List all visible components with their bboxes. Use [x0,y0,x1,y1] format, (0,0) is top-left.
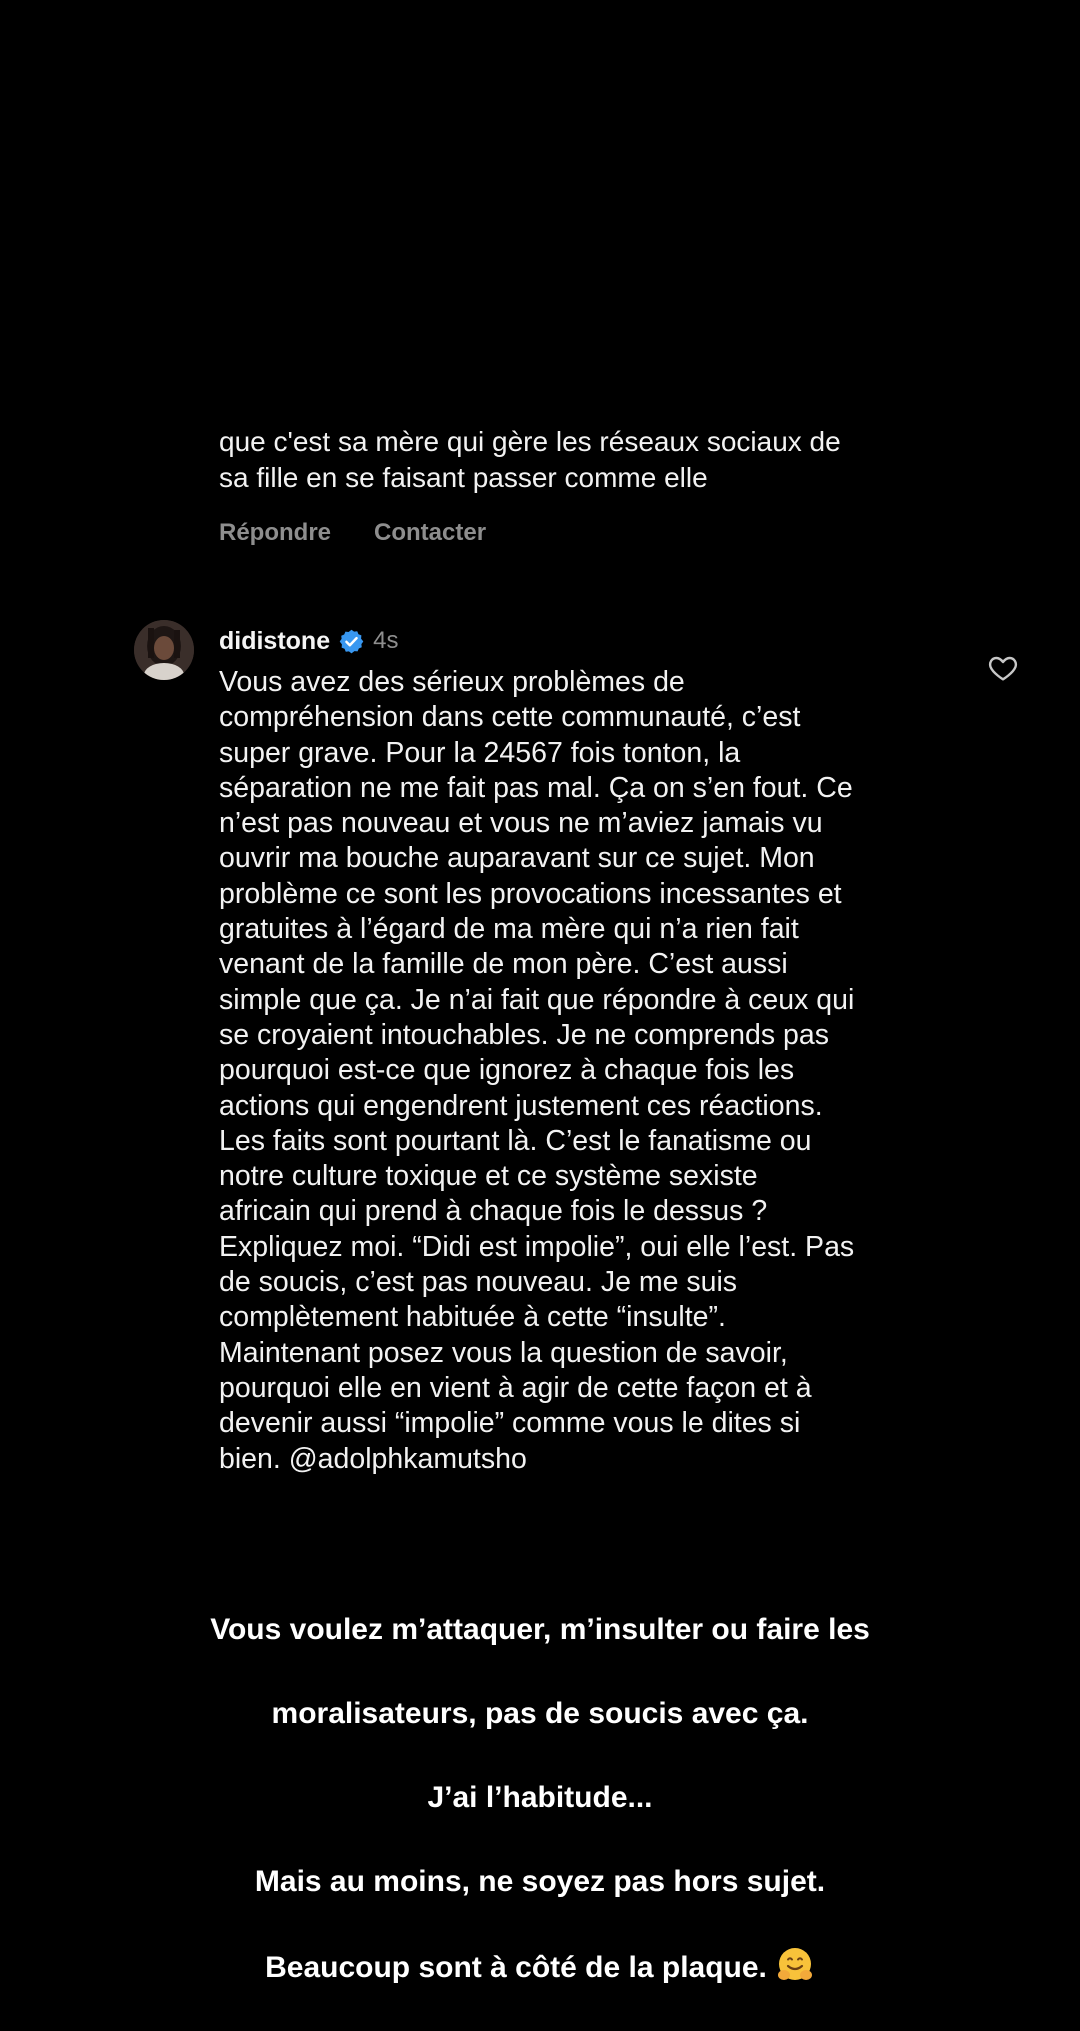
previous-comment-actions: Répondre Contacter [219,519,959,547]
contact-button[interactable]: Contacter [374,519,486,547]
comment-header: didistone 4s [219,625,398,657]
caption-line-5-wrap: Beaucoup sont à côté de la plaque. [0,1945,1080,1989]
avatar-image [134,620,194,680]
caption-line-2: moralisateurs, pas de soucis avec ça. [271,1697,809,1730]
previous-comment: que c'est sa mère qui gère les réseaux s… [219,424,959,547]
caption-line-5: Beaucoup sont à côté de la plaque. [265,1951,767,1984]
story-caption: Vous voulez m’attaquer, m’insulter ou fa… [0,1567,1080,2031]
reply-button[interactable]: Répondre [219,519,331,547]
username[interactable]: didistone [219,627,330,656]
comment-time: 4s [373,627,399,654]
caption-line-4: Mais au moins, ne soyez pas hors sujet. [254,1865,826,1898]
heart-like-icon[interactable] [987,652,1019,684]
avatar[interactable] [134,620,194,680]
caption-line-3: J’ai l’habitude... [427,1781,653,1814]
caption-line-1: Vous voulez m’attaquer, m’insulter ou fa… [210,1613,870,1646]
verified-badge-icon [339,629,364,653]
hugging-face-icon [777,1948,812,1980]
comment-text: Vous avez des sérieux problèmes de compr… [219,666,855,1475]
previous-comment-text: que c'est sa mère qui gère les réseaux s… [219,426,841,493]
